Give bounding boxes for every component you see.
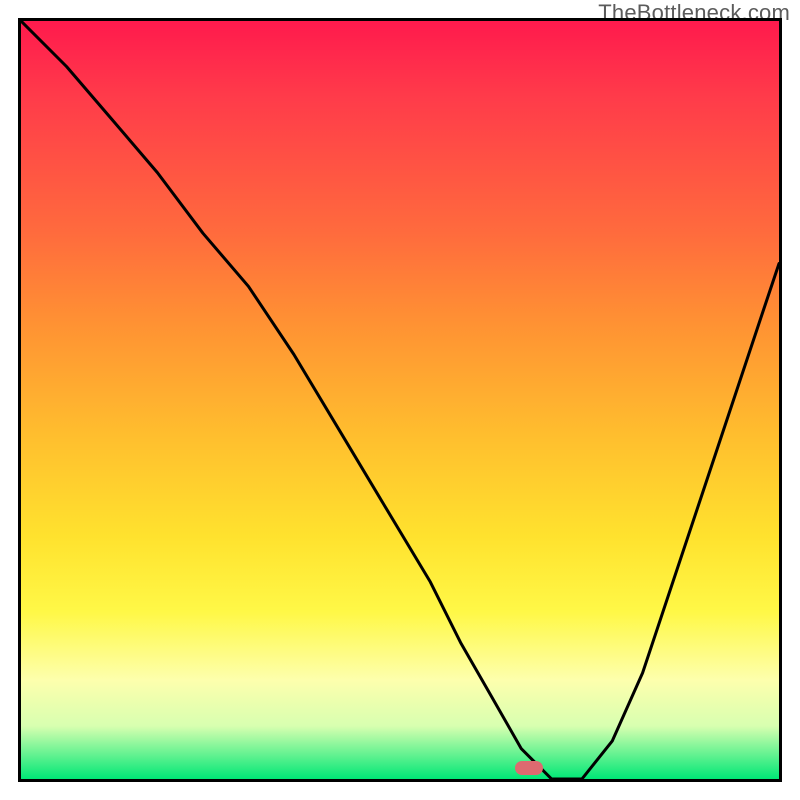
plot-area	[18, 18, 782, 782]
chart-container: TheBottleneck.com	[0, 0, 800, 800]
optimum-marker	[515, 761, 543, 775]
bottleneck-curve	[21, 21, 779, 779]
